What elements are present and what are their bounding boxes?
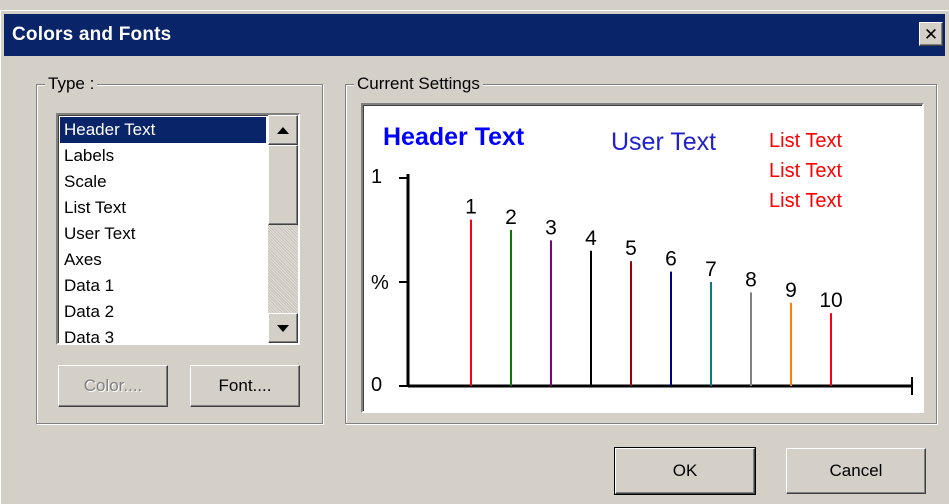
bar-label-4: 4	[585, 227, 597, 250]
y-axis-bottom-label: 0	[371, 374, 382, 396]
type-scrollbar[interactable]	[268, 115, 298, 343]
preview-chart: Header Text User Text List Text List Tex…	[371, 123, 913, 396]
color-button[interactable]: Color....	[58, 365, 168, 407]
bar-label-6: 6	[665, 248, 677, 271]
preview-user-text: User Text	[611, 128, 716, 156]
ok-button[interactable]: OK	[614, 447, 756, 495]
type-listbox[interactable]: Header Text Labels Scale List Text User Text…	[56, 113, 300, 345]
preview-list-text: List Text	[769, 130, 842, 152]
bar-label-1: 1	[465, 196, 477, 219]
current-settings-label: Current Settings	[354, 74, 483, 94]
list-item[interactable]: Data 3	[60, 325, 266, 343]
y-axis-mid-label: %	[371, 272, 389, 294]
cancel-button[interactable]: Cancel	[786, 448, 926, 494]
type-list-items: Header Text Labels Scale List Text User Text…	[60, 117, 266, 343]
list-item[interactable]: Scale	[60, 169, 266, 195]
settings-preview: Header Text User Text List Text List Tex…	[361, 103, 924, 413]
font-button[interactable]: Font....	[190, 365, 300, 407]
scroll-thumb[interactable]	[268, 145, 298, 225]
bar-label-8: 8	[745, 268, 757, 291]
arrow-up-icon	[277, 126, 289, 134]
list-item[interactable]: List Text	[60, 195, 266, 221]
list-item[interactable]: Data 2	[60, 299, 266, 325]
scroll-down-button[interactable]	[268, 313, 298, 343]
list-item[interactable]: Axes	[60, 247, 266, 273]
bar-label-9: 9	[785, 279, 797, 302]
list-item[interactable]: Header Text	[60, 117, 266, 143]
preview-list-text: List Text	[769, 190, 842, 212]
type-group-label: Type :	[45, 74, 98, 94]
title-bar: Colors and Fonts ✕	[4, 14, 945, 56]
bar-label-5: 5	[625, 237, 637, 260]
bar-label-2: 2	[505, 206, 517, 229]
arrow-down-icon	[277, 324, 289, 332]
preview-header-text: Header Text	[383, 123, 525, 151]
bar-label-10: 10	[819, 289, 842, 312]
list-item[interactable]: Labels	[60, 143, 266, 169]
y-axis-top-label: 1	[371, 166, 382, 188]
bar-label-3: 3	[545, 216, 557, 239]
bars-group: 1 2 3 4 5 6 7 8 9 10	[465, 196, 843, 386]
close-button[interactable]: ✕	[919, 22, 943, 46]
preview-list-text: List Text	[769, 160, 842, 182]
dialog-title: Colors and Fonts	[12, 24, 172, 45]
list-item[interactable]: User Text	[60, 221, 266, 247]
close-icon: ✕	[923, 24, 939, 44]
scroll-up-button[interactable]	[268, 115, 298, 145]
list-item[interactable]: Data 1	[60, 273, 266, 299]
bar-label-7: 7	[705, 258, 717, 281]
